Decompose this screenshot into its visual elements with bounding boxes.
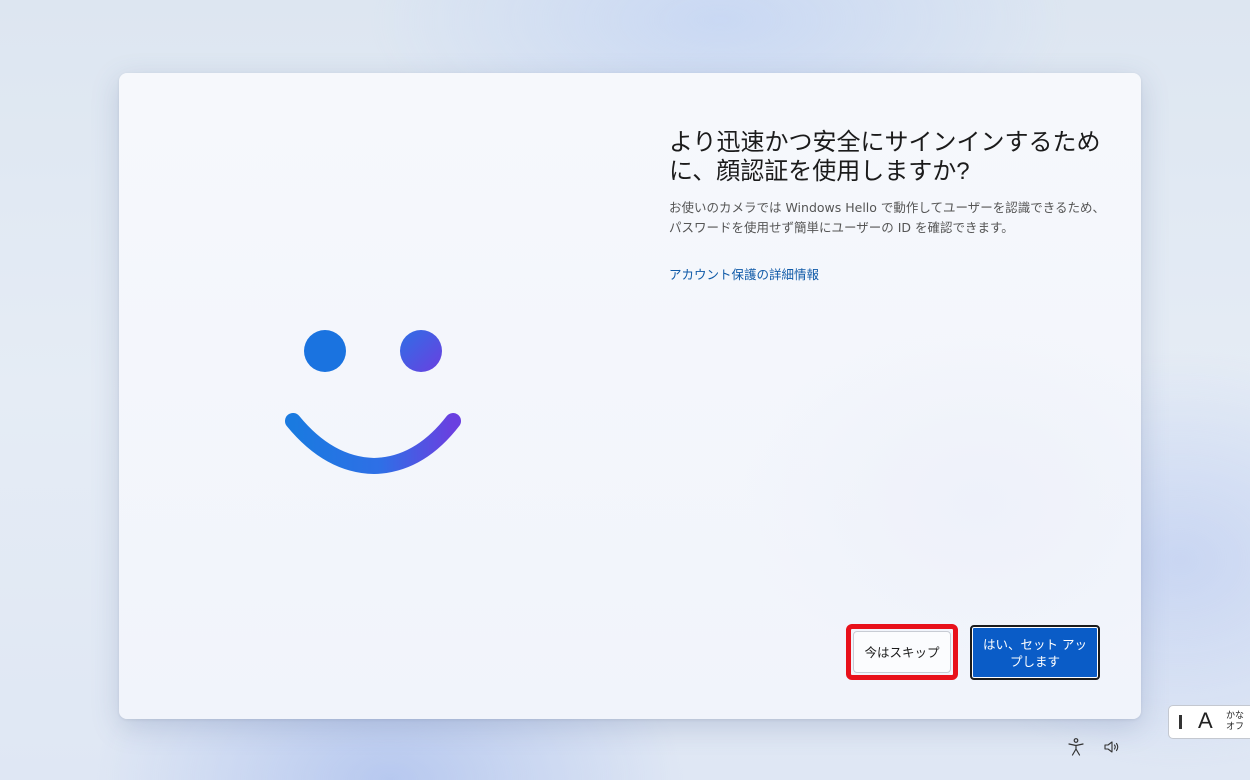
account-protection-link[interactable]: アカウント保護の詳細情報 — [669, 264, 819, 283]
ime-kana-label: かな — [1226, 711, 1245, 721]
ime-indicator[interactable]: A かな オフ — [1168, 705, 1250, 739]
smiley-face-icon — [285, 330, 461, 475]
ime-off-label: オフ — [1226, 722, 1245, 732]
setup-dialog: より迅速かつ安全にサインインするために、顔認証を使用しますか? お使いのカメラで… — [119, 73, 1141, 719]
description-text: お使いのカメラでは Windows Hello で動作してユーザーを認識できるた… — [669, 200, 1106, 235]
left-eye — [304, 330, 346, 372]
skip-button[interactable]: 今はスキップ — [853, 631, 951, 673]
accessibility-icon[interactable] — [1066, 737, 1086, 757]
dialog-content: より迅速かつ安全にサインインするために、顔認証を使用しますか? お使いのカメラで… — [669, 128, 1109, 283]
volume-icon[interactable] — [1102, 737, 1122, 757]
setup-yes-button[interactable]: はい、セット アップします — [970, 625, 1100, 680]
ime-mode-letter: A — [1198, 708, 1213, 733]
right-eye — [400, 330, 442, 372]
smile-mouth — [285, 413, 461, 475]
ime-cursor-icon — [1179, 715, 1182, 729]
page-title: より迅速かつ安全にサインインするために、顔認証を使用しますか? — [669, 129, 1101, 185]
